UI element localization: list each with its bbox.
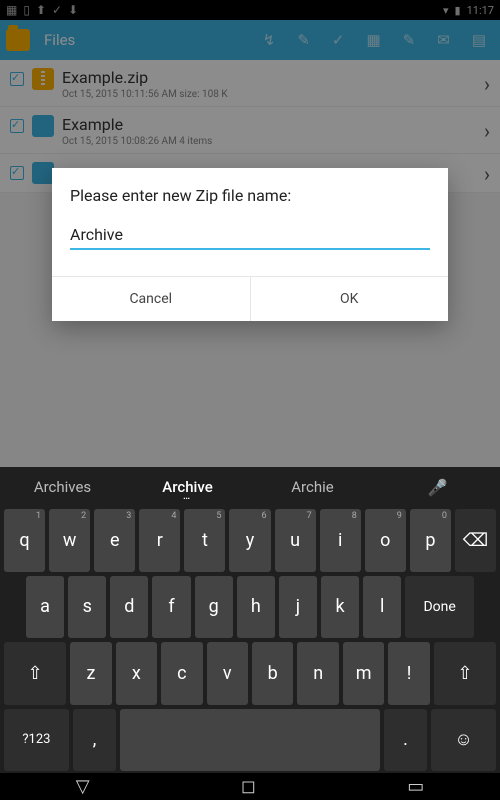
emoji-key[interactable]: ☺ (431, 709, 496, 772)
comma-key[interactable]: , (73, 709, 116, 772)
space-key[interactable] (120, 709, 380, 772)
key-j[interactable]: j (279, 576, 317, 639)
key-m[interactable]: m (343, 642, 384, 705)
key-z[interactable]: z (70, 642, 111, 705)
zip-name-input[interactable] (70, 223, 430, 250)
key-f[interactable]: f (152, 576, 190, 639)
key-k[interactable]: k (321, 576, 359, 639)
key-d[interactable]: d (110, 576, 148, 639)
nav-back-icon[interactable]: ▽ (76, 776, 90, 797)
key-l[interactable]: l (363, 576, 401, 639)
key-p[interactable]: p0 (410, 509, 451, 572)
key-u[interactable]: u7 (275, 509, 316, 572)
suggestion-right[interactable]: Archie (250, 478, 375, 496)
key-t[interactable]: t5 (184, 509, 225, 572)
mic-icon[interactable]: 🎤 (375, 478, 500, 497)
key-c[interactable]: c (161, 642, 202, 705)
key-o[interactable]: o9 (365, 509, 406, 572)
suggestion-bar: Archives Archive Archie 🎤 (0, 467, 500, 507)
dialog-title: Please enter new Zip file name: (70, 186, 430, 205)
key-y[interactable]: y6 (229, 509, 270, 572)
zip-name-dialog: Please enter new Zip file name: Cancel O… (52, 168, 448, 321)
done-key[interactable]: Done (405, 576, 474, 639)
cancel-button[interactable]: Cancel (52, 277, 250, 321)
nav-home-icon[interactable]: ◻ (241, 776, 256, 797)
key-r[interactable]: r4 (139, 509, 180, 572)
period-key[interactable]: . (384, 709, 427, 772)
key-b[interactable]: b (252, 642, 293, 705)
key-s[interactable]: s (68, 576, 106, 639)
shift-key[interactable] (4, 642, 66, 705)
key-n[interactable]: n (297, 642, 338, 705)
system-nav-bar: ▽ ◻ ▭ (0, 773, 500, 800)
key-exclaim[interactable]: ! (388, 642, 429, 705)
key-q[interactable]: q1 (4, 509, 45, 572)
nav-recent-icon[interactable]: ▭ (407, 776, 424, 797)
key-g[interactable]: g (195, 576, 233, 639)
ok-button[interactable]: OK (250, 277, 449, 321)
key-e[interactable]: e3 (94, 509, 135, 572)
key-v[interactable]: v (207, 642, 248, 705)
key-h[interactable]: h (237, 576, 275, 639)
shift-key-right[interactable] (434, 642, 496, 705)
key-w[interactable]: w2 (49, 509, 90, 572)
key-a[interactable]: a (26, 576, 64, 639)
key-x[interactable]: x (116, 642, 157, 705)
symbols-key[interactable]: ?123 (4, 709, 69, 772)
key-i[interactable]: i8 (320, 509, 361, 572)
suggestion-left[interactable]: Archives (0, 478, 125, 496)
suggestion-center[interactable]: Archive (125, 478, 250, 496)
backspace-key[interactable] (455, 509, 496, 572)
soft-keyboard: Archives Archive Archie 🎤 q1 w2 e3 r4 t5… (0, 467, 500, 773)
